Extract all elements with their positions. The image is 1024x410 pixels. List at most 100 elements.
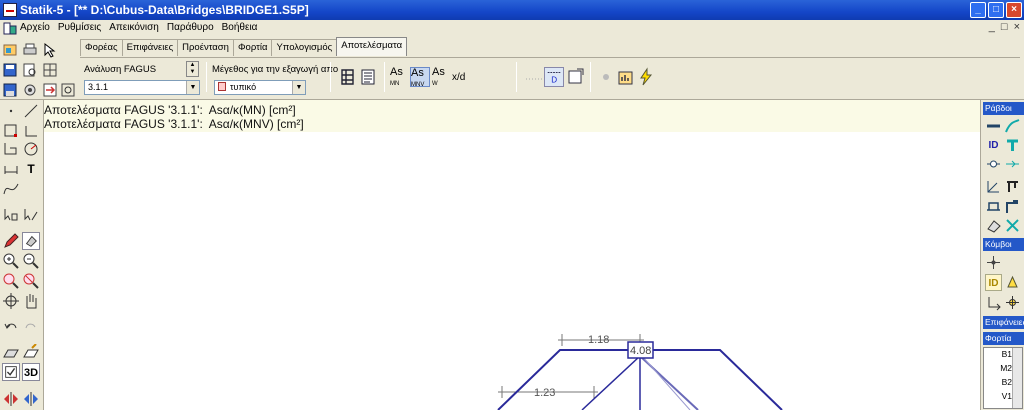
node-id-button[interactable]: ID bbox=[985, 274, 1002, 291]
mdi-restore-button[interactable]: □ bbox=[1001, 21, 1008, 33]
3d-view-button[interactable]: 3D bbox=[22, 363, 40, 381]
tab-results[interactable]: Αποτελέσματα bbox=[336, 37, 408, 56]
save-icon[interactable] bbox=[2, 62, 18, 78]
export-size-select[interactable]: τυπικό ▼ bbox=[214, 80, 306, 95]
menu-view[interactable]: Απεικόνιση bbox=[109, 22, 159, 33]
mdi-minimize-button[interactable]: _ bbox=[989, 21, 995, 33]
tab-structure[interactable]: Φορέας bbox=[80, 39, 123, 56]
menu-window[interactable]: Παράθυρο bbox=[167, 22, 214, 33]
structure-drawing[interactable]: 1.18 1.23 4.08 bbox=[44, 100, 980, 410]
local-axes-icon[interactable] bbox=[985, 178, 1002, 195]
checkbox-view-icon[interactable] bbox=[2, 363, 20, 381]
arc-tool-icon[interactable] bbox=[22, 140, 40, 158]
print-icon[interactable] bbox=[22, 42, 38, 58]
grid-icon[interactable] bbox=[42, 62, 58, 78]
release-icon[interactable] bbox=[1004, 156, 1021, 173]
select-members-icon[interactable] bbox=[22, 206, 40, 224]
member-straight-icon[interactable] bbox=[985, 118, 1002, 135]
zoom-all-icon[interactable] bbox=[22, 272, 40, 290]
xd-button[interactable]: x/d bbox=[452, 72, 465, 83]
rectangle-tool-icon[interactable] bbox=[2, 122, 20, 140]
pan-crosshair-icon[interactable] bbox=[2, 292, 20, 310]
eraser-icon[interactable] bbox=[22, 232, 40, 250]
line-tool-icon[interactable] bbox=[22, 102, 40, 120]
list-item[interactable]: B1 bbox=[984, 349, 1012, 359]
zoom-window-tool-icon[interactable] bbox=[2, 272, 20, 290]
lightning-icon[interactable] bbox=[636, 67, 656, 87]
undo-icon[interactable] bbox=[2, 318, 20, 336]
dimension-tool-icon[interactable] bbox=[2, 160, 20, 178]
frame-icon[interactable] bbox=[985, 198, 1002, 215]
mirror-icon[interactable] bbox=[2, 390, 20, 408]
d-results-button[interactable]: D bbox=[544, 67, 564, 87]
support-icon[interactable] bbox=[1004, 274, 1021, 291]
drawing-canvas[interactable]: Αποτελέσματα FAGUS '3.1.1': Asα/κ(MN) [c… bbox=[44, 100, 980, 410]
results-table-icon[interactable] bbox=[338, 67, 358, 87]
section-t-icon[interactable] bbox=[1004, 137, 1021, 154]
minimize-button[interactable]: _ bbox=[970, 2, 986, 18]
node-spring-icon[interactable] bbox=[1004, 294, 1021, 311]
list-item[interactable]: M2 bbox=[984, 363, 1012, 373]
analysis-select[interactable]: 3.1.1 ▼ bbox=[84, 80, 200, 95]
nodes-section-header[interactable]: Κόμβοι bbox=[983, 238, 1024, 251]
beam-section-icon[interactable] bbox=[1004, 178, 1021, 195]
node-icon[interactable] bbox=[985, 254, 1002, 271]
redo-icon[interactable] bbox=[22, 318, 40, 336]
as-mnv-button[interactable]: As MNV bbox=[410, 67, 430, 88]
rotate-icon[interactable] bbox=[22, 390, 40, 408]
curve-tool-icon[interactable] bbox=[2, 180, 20, 198]
diagram-dots-icon[interactable] bbox=[524, 67, 544, 87]
analysis-spin[interactable]: ▲ ▼ bbox=[186, 61, 199, 77]
close-button[interactable]: × bbox=[1006, 2, 1022, 18]
list-item[interactable]: V1 bbox=[984, 391, 1012, 401]
menu-help[interactable]: Βοήθεια bbox=[222, 22, 258, 33]
select-nodes-icon[interactable] bbox=[2, 206, 20, 224]
app-icon[interactable] bbox=[3, 3, 17, 17]
text-tool-button[interactable]: T bbox=[22, 160, 40, 178]
save-as-icon[interactable] bbox=[2, 82, 18, 98]
camera-icon[interactable] bbox=[22, 82, 38, 98]
hinge-icon[interactable] bbox=[985, 156, 1002, 173]
load-list-scrollbar[interactable] bbox=[1012, 348, 1022, 408]
loads-section-header[interactable]: Φορτία bbox=[983, 332, 1024, 345]
tab-surfaces[interactable]: Επιφάνειες bbox=[121, 39, 179, 56]
menu-file[interactable]: Αρχείο bbox=[20, 22, 50, 33]
menu-settings[interactable]: Ρυθμίσεις bbox=[58, 22, 101, 33]
eye-icon[interactable] bbox=[596, 67, 616, 87]
delete-member-icon[interactable] bbox=[1004, 217, 1021, 234]
tab-prestress[interactable]: Προένταση bbox=[177, 39, 234, 56]
cursor-select-icon[interactable] bbox=[42, 42, 58, 58]
export-icon[interactable] bbox=[42, 82, 58, 98]
hand-pan-icon[interactable] bbox=[22, 292, 40, 310]
print-preview-icon[interactable] bbox=[22, 62, 38, 78]
list-item[interactable]: B2 bbox=[984, 377, 1012, 387]
surfaces-section-header[interactable]: Επιφάνειες bbox=[983, 316, 1024, 329]
results-list-icon[interactable] bbox=[358, 67, 378, 87]
node-axes-icon[interactable] bbox=[985, 294, 1002, 311]
zoom-window-icon[interactable] bbox=[60, 82, 76, 98]
portal-icon[interactable] bbox=[1004, 198, 1021, 215]
plane-edit-icon[interactable] bbox=[22, 343, 40, 362]
eraser-member-icon[interactable] bbox=[985, 217, 1002, 234]
tab-calculation[interactable]: Υπολογισμός bbox=[271, 39, 338, 56]
zoom-out-icon[interactable] bbox=[22, 252, 40, 270]
pencil-icon[interactable] bbox=[2, 232, 20, 250]
polyline-tool-icon[interactable] bbox=[2, 140, 20, 158]
chart-edit-icon[interactable] bbox=[616, 67, 636, 87]
corner-tool-icon[interactable] bbox=[22, 122, 40, 140]
tab-loads[interactable]: Φορτία bbox=[232, 39, 273, 56]
point-tool-icon[interactable] bbox=[2, 102, 20, 120]
plane-view-icon[interactable] bbox=[2, 344, 20, 362]
zoom-in-icon[interactable] bbox=[2, 252, 20, 270]
maximize-button[interactable]: □ bbox=[988, 2, 1004, 18]
as-mn-button[interactable]: As MN bbox=[390, 67, 410, 88]
as-w-button[interactable]: As W bbox=[432, 67, 452, 88]
document-icon[interactable] bbox=[3, 22, 17, 35]
export-graphic-icon[interactable] bbox=[566, 67, 586, 87]
new-structure-icon[interactable] bbox=[2, 42, 18, 58]
members-section-header[interactable]: Ράβδοι bbox=[983, 102, 1024, 115]
member-id-button[interactable]: ID bbox=[985, 137, 1002, 154]
mdi-close-button[interactable]: × bbox=[1014, 21, 1020, 33]
load-cases-list[interactable]: B1 M2 B2 V1 bbox=[983, 347, 1023, 409]
member-curved-icon[interactable] bbox=[1004, 118, 1021, 135]
